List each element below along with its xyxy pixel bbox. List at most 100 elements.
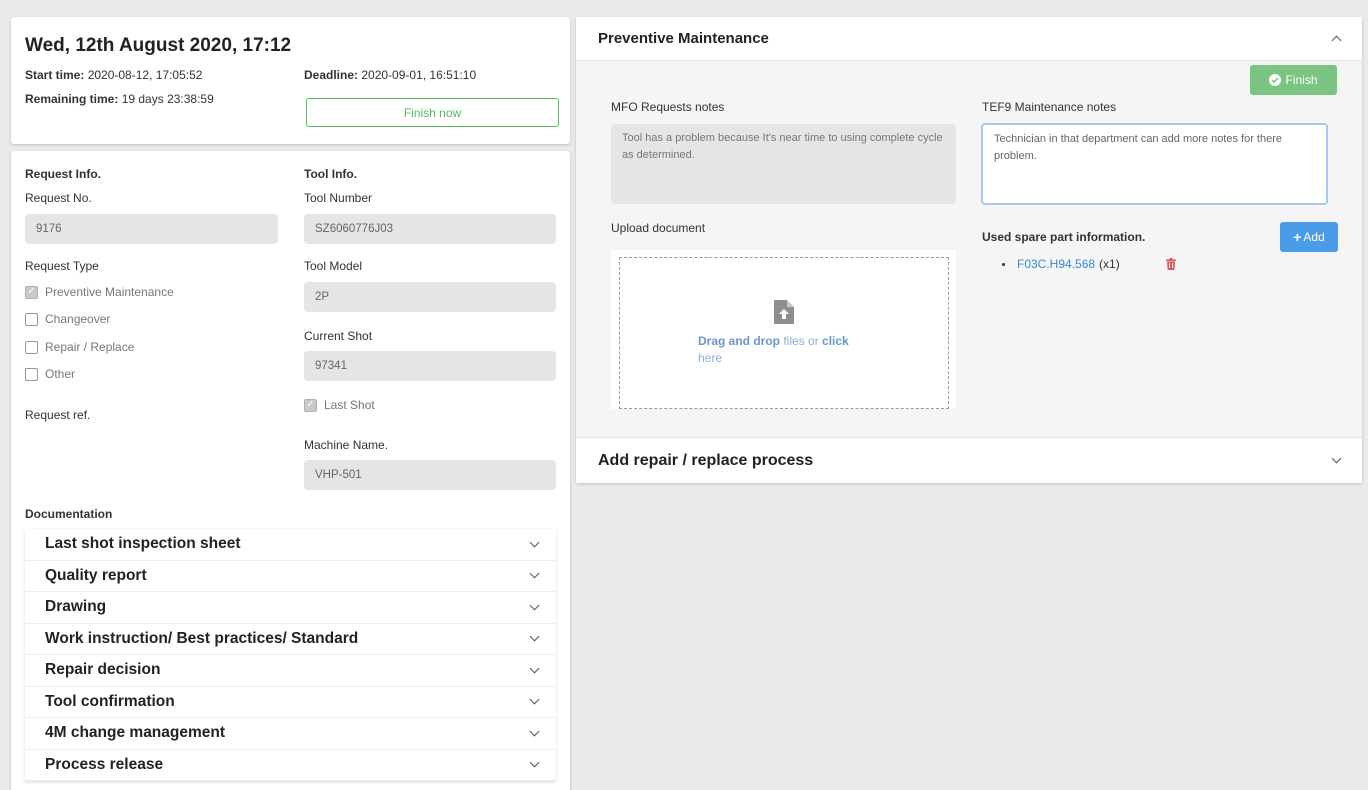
chevron-down-icon [529, 757, 540, 768]
doc-item-label: Work instruction/ Best practices/ Standa… [45, 629, 359, 647]
chevron-down-icon [529, 537, 540, 548]
doc-item-label: Drawing [45, 598, 107, 616]
chevron-down-icon [529, 726, 540, 737]
add-repair-replace-header[interactable]: Add repair / replace process [576, 437, 1362, 483]
current-shot-label: Current Shot [304, 329, 373, 343]
documentation-title: Documentation [25, 507, 113, 521]
documentation-list: Last shot inspection sheet Quality repor… [25, 529, 556, 781]
remaining-time: Remaining time: 19 days 23:38:59 [25, 92, 214, 106]
add-button-label: Add [1303, 230, 1325, 244]
doc-item-drawing[interactable]: Drawing [25, 592, 556, 624]
tool-model-label: Tool Model [304, 259, 363, 273]
tef-notes-label: TEF9 Maintenance notes [982, 100, 1117, 114]
file-upload-icon [774, 300, 794, 324]
finish-button[interactable]: Finish [1250, 65, 1337, 95]
deadline-value: 2020-09-01, 16:51:10 [361, 68, 477, 82]
chevron-down-icon [529, 568, 540, 579]
checkbox-icon[interactable] [25, 367, 38, 381]
type-label: Repair / Replace [45, 340, 135, 354]
doc-item-label: Quality report [45, 566, 147, 584]
doc-item-quality-report[interactable]: Quality report [25, 560, 556, 592]
checkbox-checked-icon[interactable] [304, 398, 317, 412]
type-other[interactable]: Other [25, 367, 75, 381]
doc-item-label: Process release [45, 755, 164, 773]
tool-number-label: Tool Number [304, 191, 373, 205]
dropzone-mid: files or [780, 334, 823, 348]
remaining-time-value: 19 days 23:38:59 [121, 92, 214, 106]
request-info-card: Request Info. Request No. 9176 Request T… [11, 151, 570, 790]
preventive-maintenance-header[interactable]: Preventive Maintenance [576, 17, 1362, 61]
file-dropzone[interactable]: Drag and drop files or click here [619, 257, 949, 409]
doc-item-label: Repair decision [45, 661, 161, 679]
request-no-label: Request No. [25, 191, 92, 205]
plus-icon: + [1293, 229, 1302, 245]
request-no-field[interactable]: 9176 [25, 214, 278, 244]
chevron-down-icon [529, 631, 540, 642]
bullet [1002, 262, 1005, 266]
panel-title: Preventive Maintenance [598, 30, 769, 47]
checkbox-icon[interactable] [25, 340, 38, 354]
start-time-value: 2020-08-12, 17:05:52 [87, 68, 203, 82]
deadline-label: Deadline: [304, 68, 359, 82]
checkbox-icon[interactable] [25, 312, 38, 326]
finish-button-label: Finish [1285, 73, 1318, 87]
maintenance-panel: Preventive Maintenance Finish MFO Reques… [576, 17, 1362, 483]
last-shot-label: Last Shot [324, 398, 375, 412]
deadline: Deadline: 2020-09-01, 16:51:10 [304, 68, 476, 82]
add-spare-part-button[interactable]: + Add [1280, 222, 1338, 252]
finish-now-button[interactable]: Finish now [306, 98, 559, 127]
spare-part-label: Used spare part information. [982, 230, 1146, 244]
request-ref-label: Request ref. [25, 408, 91, 422]
doc-item-label: Last shot inspection sheet [45, 535, 241, 553]
spare-part-qty: (x1) [1099, 257, 1120, 271]
type-repair-replace[interactable]: Repair / Replace [25, 340, 134, 354]
spare-part-item: F03C.H94.568 (x1) [1002, 257, 1176, 271]
chevron-down-icon [529, 694, 540, 705]
repair-replace-title: Add repair / replace process [598, 451, 814, 469]
current-shot-field[interactable]: 97341 [304, 351, 556, 381]
tef-notes-textarea[interactable]: Technician in that department can add mo… [981, 123, 1328, 205]
chevron-down-icon [529, 600, 540, 611]
doc-item-repair-decision[interactable]: Repair decision [25, 655, 556, 687]
checkbox-checked-icon[interactable] [25, 285, 38, 299]
dropzone-text: Drag and drop files or click here [698, 333, 868, 367]
preventive-maintenance-body: Finish MFO Requests notes Tool has a pro… [576, 61, 1362, 437]
chevron-down-icon[interactable] [1331, 453, 1342, 464]
mfo-notes-textarea[interactable]: Tool has a problem because It's near tim… [611, 124, 956, 204]
doc-item-label: 4M change management [45, 724, 226, 742]
doc-item-work-instruction[interactable]: Work instruction/ Best practices/ Standa… [25, 623, 556, 655]
tool-model-field[interactable]: 2P [304, 282, 556, 312]
machine-name-field[interactable]: VHP-501 [304, 460, 556, 490]
doc-item-4m-change-management[interactable]: 4M change management [25, 718, 556, 750]
doc-item-tool-confirmation[interactable]: Tool confirmation [25, 686, 556, 718]
start-time: Start time: 2020-08-12, 17:05:52 [25, 68, 202, 82]
remaining-time-label: Remaining time: [25, 92, 119, 106]
spare-part-link[interactable]: F03C.H94.568 [1017, 257, 1095, 271]
type-label: Preventive Maintenance [45, 285, 174, 299]
current-datetime: Wed, 12th August 2020, 17:12 [25, 35, 292, 56]
chevron-down-icon [529, 663, 540, 674]
request-header-card: Wed, 12th August 2020, 17:12 Start time:… [11, 17, 570, 144]
chevron-up-icon[interactable] [1331, 35, 1342, 46]
type-preventive-maintenance[interactable]: Preventive Maintenance [25, 285, 174, 299]
doc-item-label: Tool confirmation [45, 692, 175, 710]
trash-icon[interactable] [1165, 258, 1176, 270]
check-circle-icon [1269, 74, 1282, 86]
doc-item-process-release[interactable]: Process release [25, 749, 556, 781]
request-info-title: Request Info. [25, 167, 102, 181]
last-shot-checkbox[interactable]: Last Shot [304, 398, 375, 412]
tool-info-title: Tool Info. [304, 167, 358, 181]
type-label: Changeover [45, 312, 111, 326]
tool-number-field[interactable]: SZ6060776J03 [304, 214, 556, 244]
mfo-notes-label: MFO Requests notes [611, 100, 725, 114]
start-time-label: Start time: [25, 68, 85, 82]
dropzone-click-link[interactable]: click [822, 334, 849, 348]
upload-document-label: Upload document [611, 221, 706, 235]
machine-name-label: Machine Name. [304, 438, 389, 452]
dropzone-bold-drag: Drag and drop [698, 334, 781, 348]
dropzone-here: here [698, 351, 723, 365]
type-label: Other [45, 367, 76, 381]
doc-item-last-shot-inspection[interactable]: Last shot inspection sheet [25, 529, 556, 561]
type-changeover[interactable]: Changeover [25, 312, 110, 326]
upload-area: Drag and drop files or click here [611, 250, 956, 409]
